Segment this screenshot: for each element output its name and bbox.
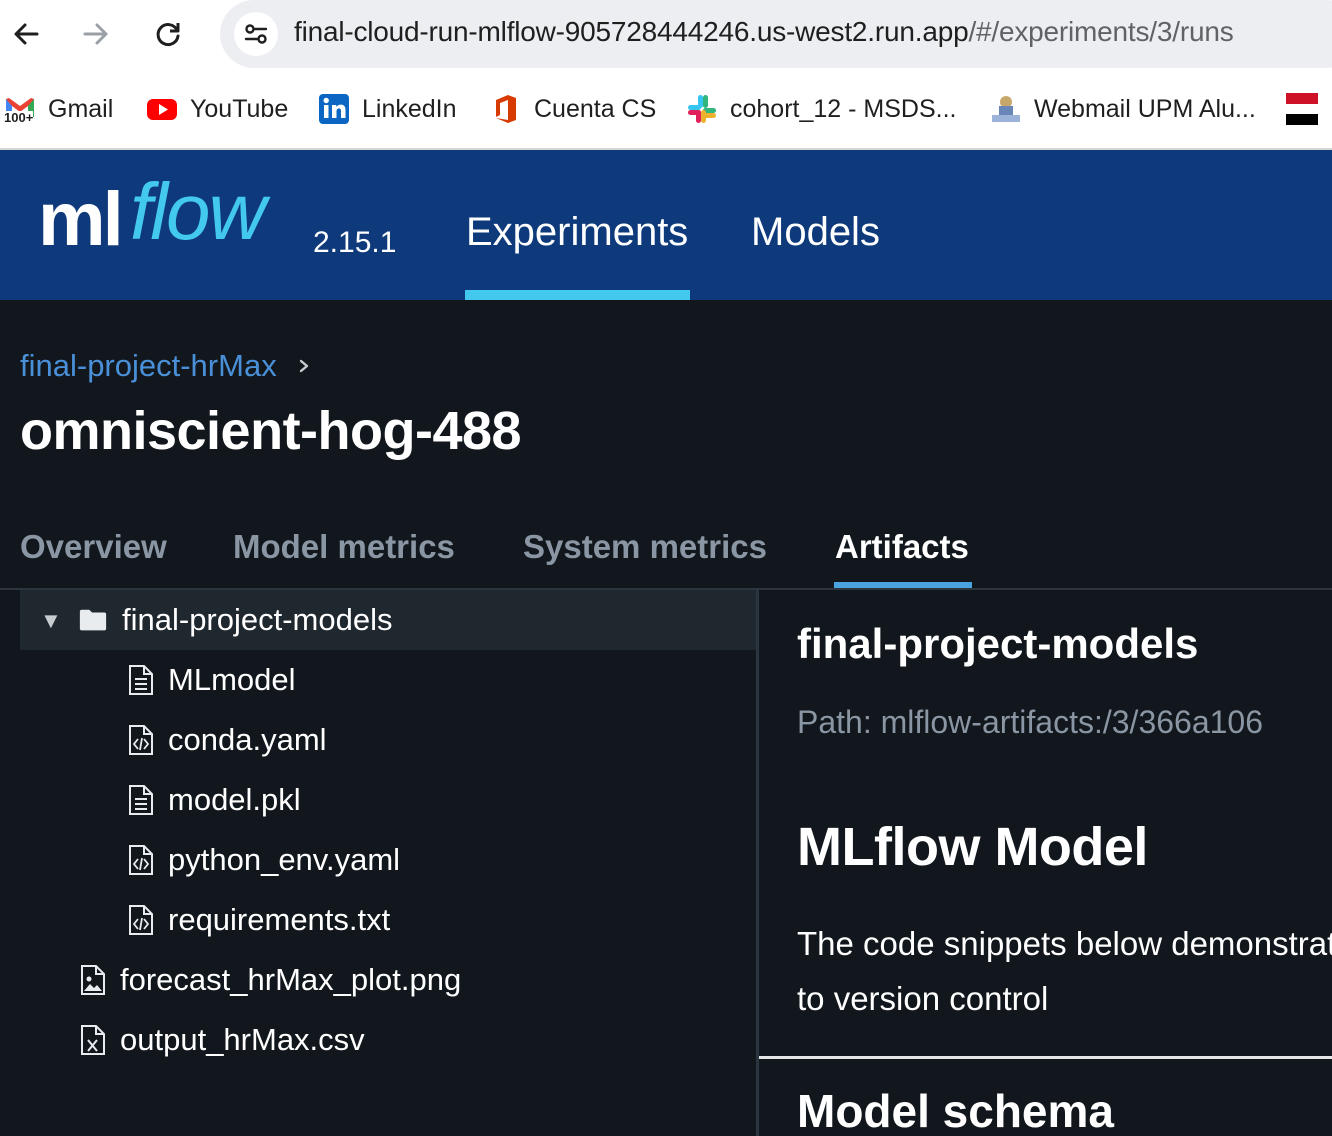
tab-system-metrics[interactable]: System metrics	[523, 528, 767, 566]
office-icon	[490, 93, 522, 125]
tree-file-label: MLmodel	[168, 662, 296, 697]
forward-button[interactable]	[74, 12, 118, 56]
bookmark-label: Gmail	[48, 94, 114, 123]
model-schema-heading: Model schema	[797, 1085, 1114, 1136]
gmail-icon: 100+	[4, 93, 36, 125]
mlflow-model-description: The code snippets below demonstrate to v…	[797, 916, 1332, 1026]
artifact-preview-panel: final-project-models Path: mlflow-artifa…	[759, 590, 1332, 1136]
nav-models[interactable]: Models	[751, 210, 880, 255]
bookmark-webmail[interactable]: Webmail UPM Alu...	[990, 92, 1256, 126]
logo-ml-text: ml	[38, 177, 124, 262]
tree-file-row[interactable]: conda.yaml	[20, 710, 756, 770]
tune-icon	[244, 24, 268, 44]
artifact-title: final-project-models	[797, 620, 1199, 667]
tree-file-label: conda.yaml	[168, 722, 327, 757]
bookmarks-bar: 100+ Gmail YouTube LinkedIn Cuenta CS co	[0, 70, 1332, 150]
webmail-icon	[990, 93, 1022, 125]
tree-folder-row[interactable]: ▼ final-project-models	[20, 590, 756, 650]
tree-file-label: python_env.yaml	[168, 842, 401, 877]
tab-overview[interactable]: Overview	[20, 528, 167, 566]
breadcrumb: final-project-hrMax	[20, 348, 311, 384]
back-arrow-icon	[14, 23, 39, 45]
linkedin-icon	[318, 93, 350, 125]
tree-file-label: output_hrMax.csv	[120, 1022, 365, 1057]
bookmark-label: Cuenta CS	[534, 94, 657, 123]
document-icon	[129, 665, 153, 695]
url-text: final-cloud-run-mlflow-905728444246.us-w…	[294, 16, 1234, 48]
mlflow-header: ml flow 2.15.1 Experiments Models	[0, 150, 1332, 300]
address-bar[interactable]: final-cloud-run-mlflow-905728444246.us-w…	[220, 0, 1332, 68]
tab-artifacts[interactable]: Artifacts	[835, 528, 969, 566]
tree-file-label: model.pkl	[168, 782, 301, 817]
bookmark-youtube[interactable]: YouTube	[146, 92, 288, 126]
bookmark-label: YouTube	[190, 94, 289, 123]
artifact-path: Path: mlflow-artifacts:/3/366a106	[797, 704, 1264, 740]
version-label: 2.15.1	[313, 226, 397, 259]
flag-icon	[1286, 93, 1318, 125]
tree-file-row[interactable]: requirements.txt	[20, 890, 756, 950]
bookmark-cuenta-cs[interactable]: Cuenta CS	[490, 92, 656, 126]
tab-model-metrics[interactable]: Model metrics	[233, 528, 455, 566]
site-info-button[interactable]	[234, 12, 278, 56]
tree-file-row[interactable]: output_hrMax.csv	[20, 1010, 756, 1070]
slack-icon	[686, 93, 718, 125]
reload-icon	[156, 23, 180, 46]
tree-file-row[interactable]: model.pkl	[20, 770, 756, 830]
tree-file-row[interactable]: forecast_hrMax_plot.png	[20, 950, 756, 1010]
url-path: /#/experiments/3/runs	[968, 16, 1234, 47]
tab-active-indicator	[834, 582, 972, 588]
page-title: omniscient-hog-488	[20, 401, 522, 461]
section-divider	[759, 1056, 1332, 1059]
bookmark-label: LinkedIn	[362, 94, 457, 123]
tree-file-label: forecast_hrMax_plot.png	[120, 962, 462, 997]
chevron-right-icon	[299, 359, 308, 373]
breadcrumb-experiment-link[interactable]: final-project-hrMax	[20, 348, 277, 384]
code-file-icon	[129, 845, 153, 875]
nav-experiments[interactable]: Experiments	[466, 210, 688, 255]
reload-button[interactable]	[146, 12, 190, 56]
tree-file-row[interactable]: MLmodel	[20, 650, 756, 710]
mlflow-model-heading: MLflow Model	[797, 817, 1148, 877]
bookmark-overflow[interactable]	[1286, 92, 1330, 126]
spreadsheet-file-icon	[81, 1025, 105, 1055]
code-file-icon	[129, 905, 153, 935]
bookmark-label: cohort_12 - MSDS...	[730, 94, 957, 123]
back-button[interactable]	[4, 12, 48, 56]
url-host: final-cloud-run-mlflow-905728444246.us-w…	[294, 16, 969, 47]
bookmark-linkedin[interactable]: LinkedIn	[318, 92, 457, 126]
code-file-icon	[129, 725, 153, 755]
image-file-icon	[81, 965, 105, 995]
forward-arrow-icon	[83, 23, 108, 45]
tree-file-label: requirements.txt	[168, 902, 391, 937]
folder-icon	[79, 609, 107, 631]
gmail-badge: 100+	[4, 110, 34, 125]
youtube-icon	[146, 93, 178, 125]
bookmark-gmail[interactable]: 100+ Gmail	[4, 92, 113, 126]
description-line: The code snippets below demonstrate	[797, 925, 1332, 962]
browser-toolbar: final-cloud-run-mlflow-905728444246.us-w…	[0, 0, 1332, 70]
description-line: to version control	[797, 980, 1049, 1017]
tree-file-row[interactable]: python_env.yaml	[20, 830, 756, 890]
bookmark-cohort[interactable]: cohort_12 - MSDS...	[686, 92, 956, 126]
tree-folder-label: final-project-models	[122, 602, 393, 637]
bookmark-label: Webmail UPM Alu...	[1034, 94, 1256, 123]
logo-flow-text: flow	[130, 167, 266, 256]
document-icon	[129, 785, 153, 815]
caret-down-icon[interactable]: ▼	[40, 608, 62, 634]
nav-active-indicator	[465, 290, 690, 300]
artifact-tree: ▼ final-project-models MLmodel conda.yam…	[20, 590, 756, 1136]
